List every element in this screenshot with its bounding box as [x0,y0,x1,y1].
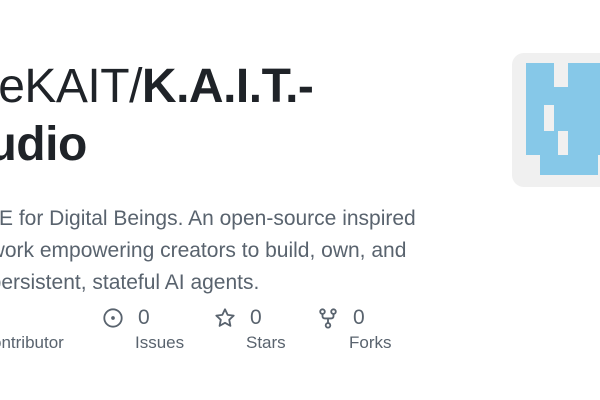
identicon [526,63,600,175]
repo-description: IDE for Digital Beings. An open-source i… [0,203,478,299]
repo-name-line2[interactable]: tudio [0,118,87,171]
repo-title[interactable]: eeKAIT/K.A.I.T.- tudio [0,58,492,174]
stat-stars[interactable]: 0 Stars [214,303,286,352]
description-line-2: ework empowering creators to build, own,… [0,239,407,262]
forks-label: Forks [349,333,392,352]
repo-forked-icon [319,308,337,329]
issues-label: Issues [135,333,185,352]
issues-count: 0 [138,306,150,329]
star-icon [215,308,235,327]
description-line-1: IDE for Digital Beings. An open-source i… [0,207,416,230]
contributors-label: ontributor [0,333,64,352]
description-line-3: / persistent, stateful AI agents. [0,271,260,294]
stat-issues[interactable]: 0 Issues [102,303,184,352]
social-preview-card: eeKAIT/K.A.I.T.- tudio IDE for Digital B… [0,0,600,400]
repo-owner[interactable]: eeKAIT/ [0,60,142,113]
forks-count: 0 [353,306,365,329]
repo-name[interactable]: K.A.I.T.- [142,60,314,113]
stars-label: Stars [246,333,286,352]
stat-forks[interactable]: 0 Forks [317,303,392,352]
stars-count: 0 [250,306,262,329]
avatar [512,53,600,187]
issue-opened-icon [103,308,123,328]
